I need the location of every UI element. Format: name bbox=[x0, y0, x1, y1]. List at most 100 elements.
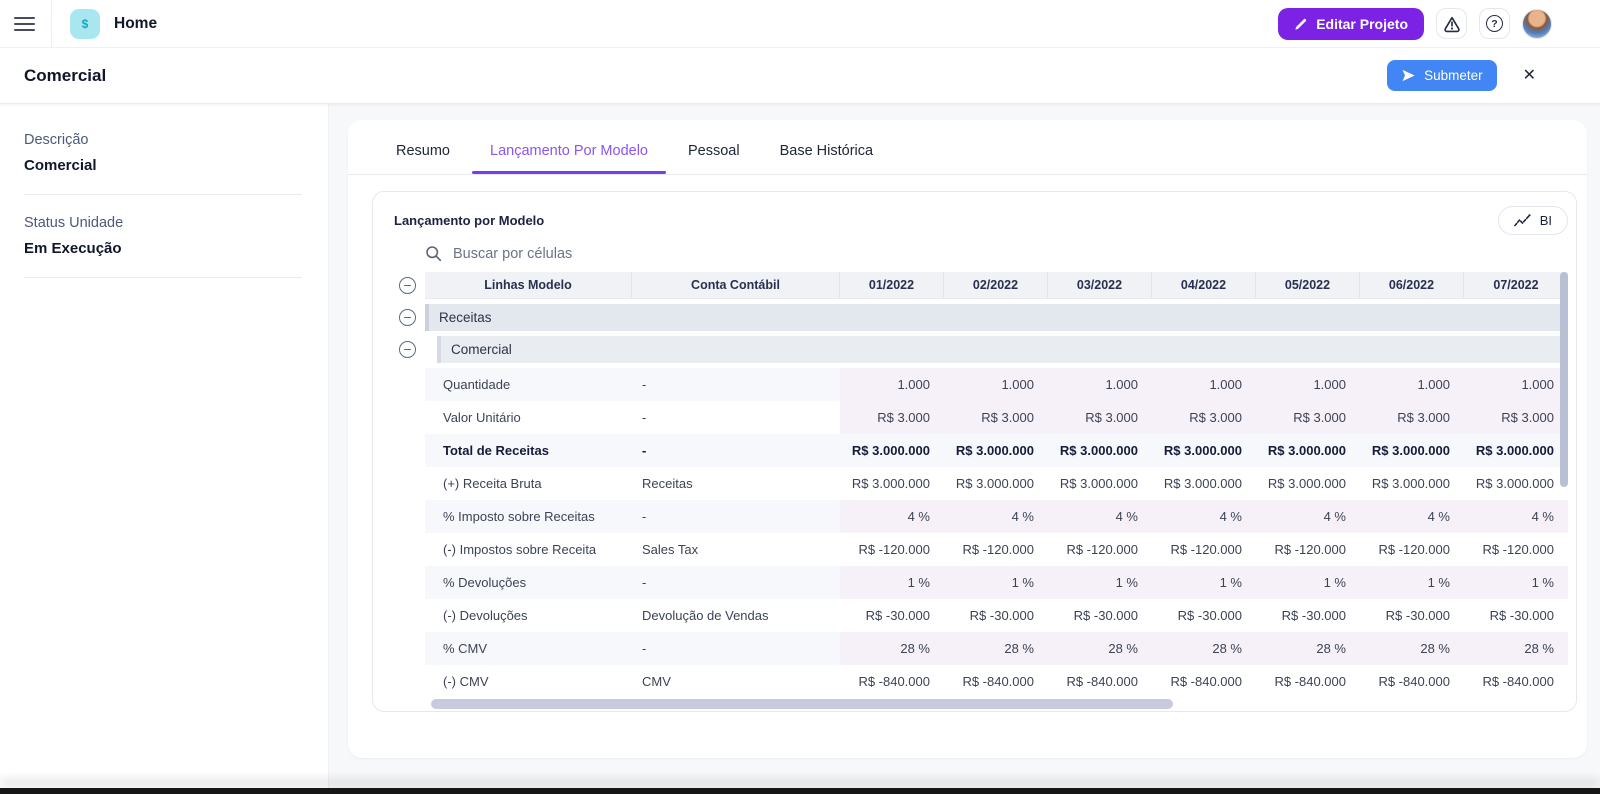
group-label: Receitas bbox=[429, 310, 492, 325]
field-value: Comercial bbox=[24, 157, 302, 174]
value-cell: R$ 3.000.000 bbox=[1464, 434, 1568, 467]
value-cell: R$ 3.000.000 bbox=[1256, 467, 1360, 500]
value-cell: R$ -120.000 bbox=[1360, 533, 1464, 566]
value-cell: R$ -120.000 bbox=[944, 533, 1048, 566]
conta-cell: - bbox=[632, 368, 840, 401]
table-row: (+) Receita BrutaReceitasR$ 3.000.000R$ … bbox=[425, 467, 1568, 500]
value-cell[interactable]: 4 % bbox=[1464, 500, 1568, 533]
search-input[interactable] bbox=[453, 246, 773, 262]
value-cell[interactable]: R$ 3.000 bbox=[1464, 401, 1568, 434]
value-cell[interactable]: 1 % bbox=[1360, 566, 1464, 599]
value-cell[interactable]: 1 % bbox=[1464, 566, 1568, 599]
home-title: Home bbox=[114, 15, 157, 33]
group-row-receitas[interactable]: Receitas bbox=[425, 304, 1568, 331]
table-row: (-) Impostos sobre ReceitaSales TaxR$ -1… bbox=[425, 533, 1568, 566]
row-label: Quantidade bbox=[425, 368, 632, 401]
value-cell[interactable]: 1 % bbox=[944, 566, 1048, 599]
value-cell: R$ 3.000.000 bbox=[1256, 434, 1360, 467]
row-label: % Devoluções bbox=[425, 566, 632, 599]
horizontal-scrollbar[interactable] bbox=[431, 699, 1173, 709]
warning-triangle-icon bbox=[1443, 15, 1461, 33]
table-zone: Linhas ModeloConta Contábil01/202202/202… bbox=[373, 272, 1576, 711]
value-cell[interactable]: R$ 3.000 bbox=[944, 401, 1048, 434]
value-cell[interactable]: R$ 3.000 bbox=[840, 401, 944, 434]
row-label: Valor Unitário bbox=[425, 401, 632, 434]
page-header: Comercial Submeter ✕ bbox=[0, 48, 1600, 104]
bi-button[interactable]: BI bbox=[1498, 206, 1568, 235]
group-row-comercial[interactable]: Comercial bbox=[437, 336, 1568, 363]
value-cell: R$ -840.000 bbox=[1048, 665, 1152, 698]
value-cell[interactable]: 4 % bbox=[840, 500, 944, 533]
value-cell[interactable]: 28 % bbox=[1152, 632, 1256, 665]
value-cell: R$ -30.000 bbox=[1360, 599, 1464, 632]
value-cell[interactable]: 28 % bbox=[1256, 632, 1360, 665]
tab-resumo[interactable]: Resumo bbox=[394, 135, 452, 174]
value-cell: R$ 3.000.000 bbox=[944, 467, 1048, 500]
submit-button[interactable]: Submeter bbox=[1387, 60, 1497, 91]
value-cell[interactable]: 28 % bbox=[840, 632, 944, 665]
help-button[interactable]: ? bbox=[1479, 8, 1510, 39]
value-cell[interactable]: 4 % bbox=[1048, 500, 1152, 533]
hamburger-menu-icon[interactable] bbox=[14, 12, 38, 36]
value-cell[interactable]: 28 % bbox=[1048, 632, 1152, 665]
tab-pessoal[interactable]: Pessoal bbox=[686, 135, 742, 174]
value-cell: R$ -30.000 bbox=[1256, 599, 1360, 632]
value-cell[interactable]: 1.000 bbox=[944, 368, 1048, 401]
tab-base-historica[interactable]: Base Histórica bbox=[778, 135, 875, 174]
value-cell[interactable]: R$ 3.000 bbox=[1048, 401, 1152, 434]
value-cell[interactable]: 1.000 bbox=[1464, 368, 1568, 401]
value-cell: R$ -120.000 bbox=[1048, 533, 1152, 566]
value-cell[interactable]: 1.000 bbox=[1048, 368, 1152, 401]
table-header-row: Linhas ModeloConta Contábil01/202202/202… bbox=[425, 272, 1568, 299]
collapse-receitas-icon[interactable] bbox=[399, 309, 416, 326]
collapse-comercial-icon[interactable] bbox=[399, 341, 416, 358]
alerts-button[interactable] bbox=[1436, 8, 1467, 39]
value-cell[interactable]: 1 % bbox=[840, 566, 944, 599]
edit-project-button[interactable]: Editar Projeto bbox=[1278, 8, 1424, 40]
user-avatar[interactable] bbox=[1522, 9, 1552, 39]
value-cell[interactable]: 28 % bbox=[944, 632, 1048, 665]
trend-chart-icon bbox=[1514, 213, 1531, 228]
value-cell[interactable]: 28 % bbox=[1464, 632, 1568, 665]
value-cell[interactable]: 4 % bbox=[944, 500, 1048, 533]
field-label: Status Unidade bbox=[24, 215, 302, 231]
table-row: % Imposto sobre Receitas-4 %4 %4 %4 %4 %… bbox=[425, 500, 1568, 533]
tab-lancamento-por-modelo[interactable]: Lançamento Por Modelo bbox=[488, 135, 650, 174]
value-cell[interactable]: 4 % bbox=[1256, 500, 1360, 533]
row-label: (-) CMV bbox=[425, 665, 632, 698]
table-row: Quantidade-1.0001.0001.0001.0001.0001.00… bbox=[425, 368, 1568, 401]
table-scroll-area: Linhas ModeloConta Contábil01/202202/202… bbox=[425, 272, 1568, 711]
value-cell: R$ 3.000.000 bbox=[840, 434, 944, 467]
column-header: 04/2022 bbox=[1152, 272, 1256, 298]
card-title: Lançamento por Modelo bbox=[394, 213, 544, 228]
vertical-scrollbar[interactable] bbox=[1560, 272, 1568, 487]
value-cell[interactable]: R$ 3.000 bbox=[1360, 401, 1464, 434]
conta-cell: CMV bbox=[632, 665, 840, 698]
value-cell[interactable]: 1 % bbox=[1048, 566, 1152, 599]
value-cell[interactable]: 4 % bbox=[1152, 500, 1256, 533]
value-cell[interactable]: 1.000 bbox=[1152, 368, 1256, 401]
topbar: $ Home Editar Projeto ? bbox=[0, 0, 1600, 48]
row-label: (+) Receita Bruta bbox=[425, 467, 632, 500]
value-cell[interactable]: 1.000 bbox=[840, 368, 944, 401]
value-cell[interactable]: 1 % bbox=[1256, 566, 1360, 599]
value-cell: R$ -120.000 bbox=[1256, 533, 1360, 566]
value-cell[interactable]: 28 % bbox=[1360, 632, 1464, 665]
collapse-all-icon[interactable] bbox=[399, 277, 416, 294]
value-cell[interactable]: 4 % bbox=[1360, 500, 1464, 533]
value-cell[interactable]: R$ 3.000 bbox=[1152, 401, 1256, 434]
model-entry-card: Lançamento por Modelo BI bbox=[372, 191, 1577, 712]
column-header: 06/2022 bbox=[1360, 272, 1464, 298]
value-cell[interactable]: R$ 3.000 bbox=[1256, 401, 1360, 434]
column-header: 01/2022 bbox=[840, 272, 944, 298]
column-header: Linhas Modelo bbox=[425, 272, 632, 298]
value-cell: R$ -840.000 bbox=[1464, 665, 1568, 698]
topbar-divider bbox=[51, 0, 52, 48]
value-cell[interactable]: 1 % bbox=[1152, 566, 1256, 599]
value-cell[interactable]: 1.000 bbox=[1360, 368, 1464, 401]
value-cell[interactable]: 1.000 bbox=[1256, 368, 1360, 401]
value-cell: R$ -840.000 bbox=[944, 665, 1048, 698]
pencil-icon bbox=[1294, 17, 1308, 31]
close-icon[interactable]: ✕ bbox=[1523, 68, 1536, 84]
column-header: 07/2022 bbox=[1464, 272, 1568, 298]
